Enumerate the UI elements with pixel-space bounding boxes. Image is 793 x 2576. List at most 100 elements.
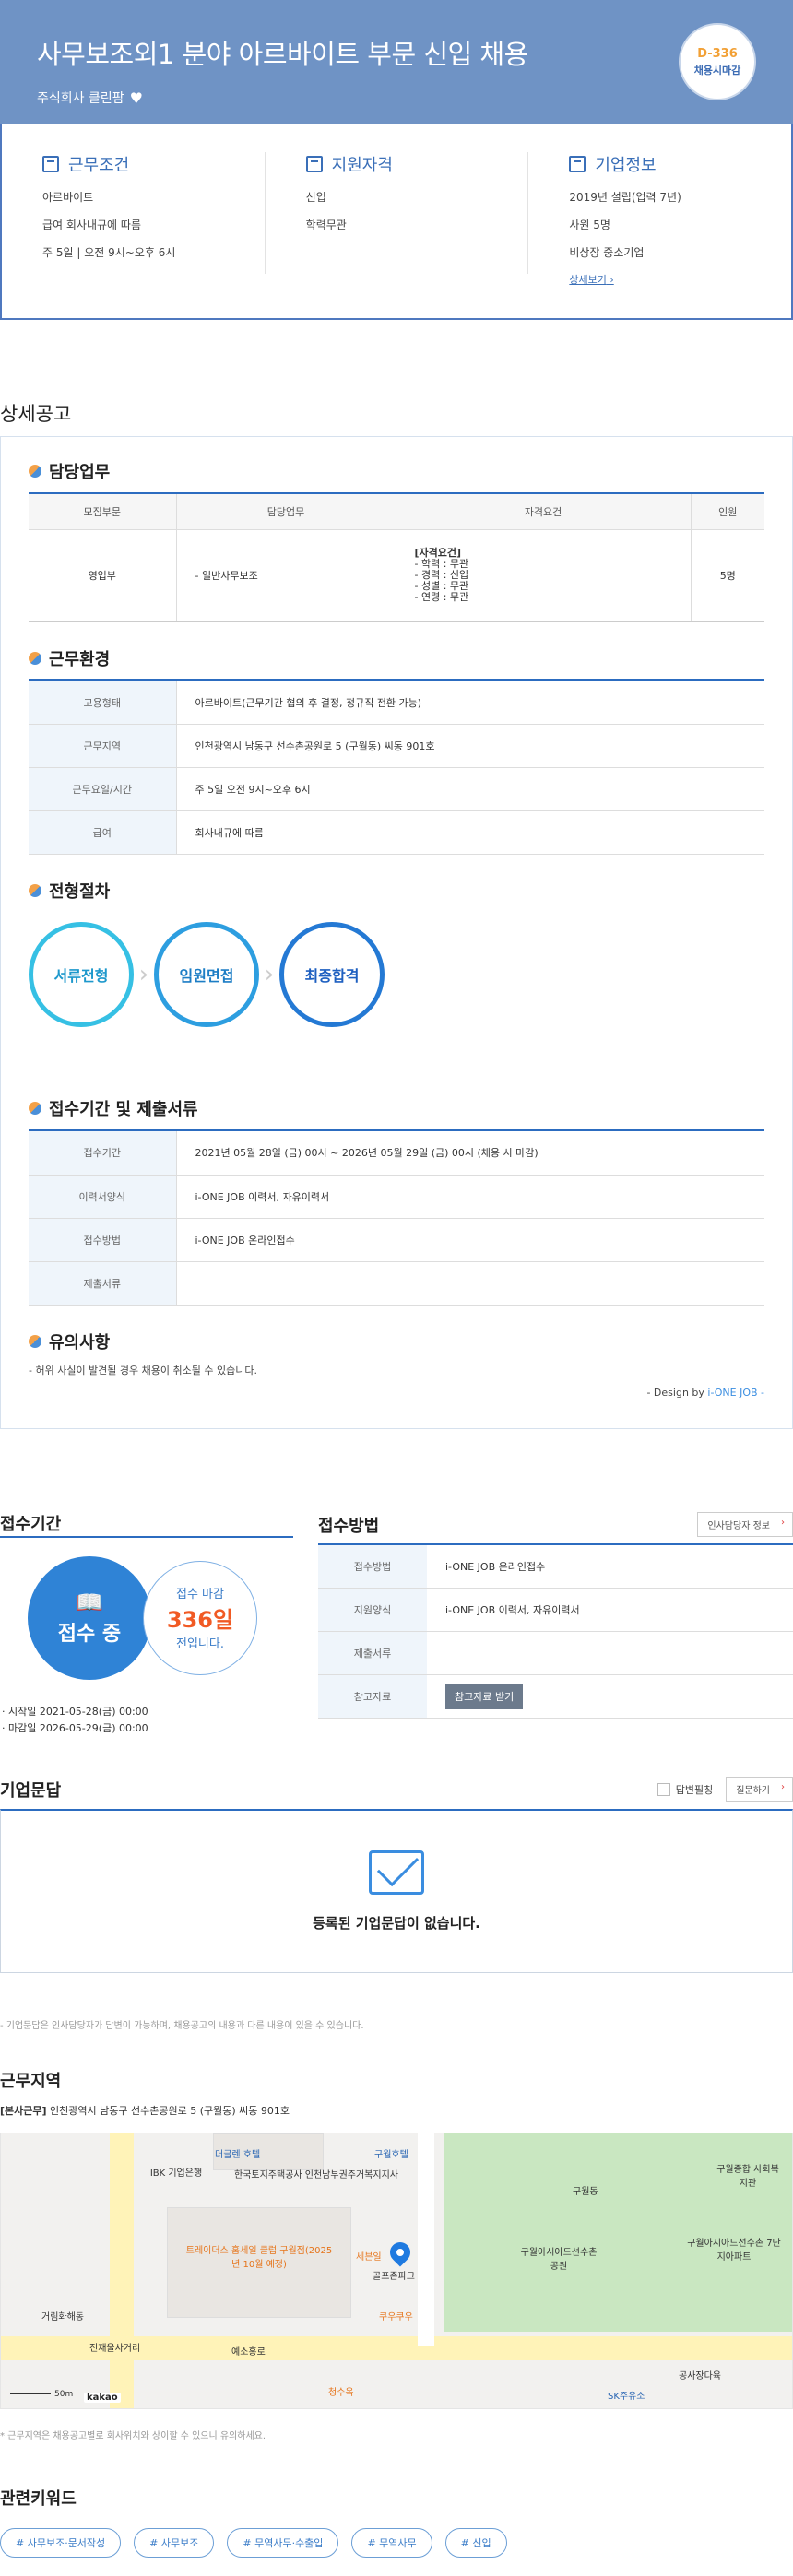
summary-box: 근무조건 아르바이트 급여 회사내규에 따름 주 5일 | 오전 9시~오후 6… xyxy=(0,124,793,320)
dday-badge: D-336 채용시마감 xyxy=(679,23,756,100)
period-circles: 📖 접수 중 접수 마감 336일 전입니다. xyxy=(0,1555,293,1693)
caution-heading: 유의사항 xyxy=(29,1329,764,1353)
design-credit: - Design by i-ONE JOB - xyxy=(29,1387,764,1399)
table-row: 제출서류 xyxy=(318,1631,793,1675)
contact-info-button[interactable]: 인사담당자 정보 › xyxy=(697,1512,793,1537)
chevron-right-icon: › xyxy=(264,961,275,988)
design-brand: i-ONE JOB - xyxy=(707,1386,764,1399)
table-row: 참고자료 참고자료 받기 xyxy=(318,1674,793,1719)
location-title: 근무지역 xyxy=(0,2071,62,2091)
document-icon xyxy=(42,156,59,172)
qualifications-column: 지원자격 신입 학력무관 xyxy=(266,152,529,274)
company-row: 주식회사 클린팜 ♥ xyxy=(37,89,756,107)
keyword-chip[interactable]: # 무역사무·수출입 xyxy=(227,2527,339,2558)
answered-filter[interactable]: 답변필칭 xyxy=(657,1782,713,1797)
ask-question-label: 질문하기 xyxy=(736,1786,770,1796)
chevron-right-icon: › xyxy=(138,961,149,988)
method-value: i-ONE JOB 이력서, 자유이력서 xyxy=(427,1588,793,1632)
map-pin-icon[interactable] xyxy=(385,2237,415,2267)
ask-question-button[interactable]: 질문하기 › xyxy=(726,1777,793,1802)
map-label: 전재울사거리 xyxy=(89,2343,141,2354)
scale-label: 50m xyxy=(54,2389,74,2399)
remain-suffix: 전입니다. xyxy=(176,1637,224,1651)
qualifications-title: 지원자격 xyxy=(331,156,393,175)
keyword-chip[interactable]: # 무역사무 xyxy=(351,2527,432,2558)
company-info-column: 기업정보 2019년 설립(업력 7년) 사원 5명 비상장 중소기업 상세보기… xyxy=(528,152,791,286)
keyword-list: # 사무보조·문서작성 # 사무보조 # 무역사무·수출입 # 무역사무 # 신… xyxy=(0,2527,793,2558)
map-label: 구월종합 사회복지관 xyxy=(716,2164,779,2189)
company-detail-link[interactable]: 상세보기 › xyxy=(569,274,613,286)
map-label: 공사장다육 xyxy=(679,2370,721,2381)
dday-count: D-336 xyxy=(697,46,738,61)
caution-title: 유의사항 xyxy=(49,1332,111,1353)
apply-section: 접수기간 📖 접수 중 접수 마감 336일 전입니다. · 시작일 2021-… xyxy=(0,1512,793,1737)
reference-download-button[interactable]: 참고자료 받기 xyxy=(445,1684,524,1709)
bullet-icon xyxy=(29,1334,41,1348)
method-key: 지원양식 xyxy=(318,1588,427,1632)
map-road xyxy=(418,2133,434,2346)
design-prefix: - Design by xyxy=(646,1386,708,1399)
col-count: 인원 xyxy=(691,494,764,530)
apply-dates: · 시작일 2021-05-28(금) 00:00 · 마감일 2026-05-… xyxy=(0,1704,293,1737)
heart-icon[interactable]: ♥ xyxy=(130,89,143,107)
kakao-logo[interactable]: kakao xyxy=(84,2392,121,2403)
start-date: · 시작일 2021-05-28(금) 00:00 xyxy=(2,1705,148,1718)
answered-checkbox[interactable] xyxy=(657,1782,670,1796)
table-row: 근무지역 인천광역시 남동구 선수촌공원로 5 (구월동) 씨동 901호 xyxy=(29,724,764,768)
env-value: 회사내규에 따름 xyxy=(176,810,764,855)
keyword-chip[interactable]: # 신입 xyxy=(444,2527,507,2558)
book-icon: 📖 xyxy=(76,1589,103,1615)
process-heading: 전형절차 xyxy=(29,879,764,903)
env-key: 근무지역 xyxy=(29,724,177,768)
step-interview: 임원면접 xyxy=(154,922,259,1027)
period-table: 접수기간 2021년 05월 28일 (금) 00시 ~ 2026년 05월 29… xyxy=(29,1131,764,1306)
status-text: 접수 중 xyxy=(57,1622,122,1646)
address-text: 인천광역시 남동구 선수촌공원로 5 (구월동) 씨동 901호 xyxy=(46,2104,290,2117)
company-info-heading: 기업정보 xyxy=(569,152,751,176)
method-value: 참고자료 받기 xyxy=(427,1674,793,1719)
table-row: 접수기간 2021년 05월 28일 (금) 00시 ~ 2026년 05월 29… xyxy=(29,1131,764,1176)
location-map[interactable]: 더글렌 호텔 구월호텔 IBK 기업은행 한국토지주택공사 인천남부권주거복지지… xyxy=(0,2132,793,2409)
bullet-icon xyxy=(29,884,41,897)
table-row: 영업부 - 일반사무보조 [자격요건] - 학력 : 무관 - 경력 : 신입 … xyxy=(29,529,764,622)
qualification-education: 학력무관 xyxy=(305,219,347,231)
qna-empty-box: 등록된 기업문답이 없습니다. xyxy=(0,1808,793,1973)
method-key: 접수방법 xyxy=(318,1544,427,1589)
map-label: 골프존파크 xyxy=(373,2271,415,2282)
col-task: 담당업무 xyxy=(176,494,396,530)
apply-method: 접수방법 인사담당자 정보 › 접수방법 i-ONE JOB 온라인접수 지원양식 i… xyxy=(318,1512,793,1737)
qna-header: 기업문답 답변필칭 질문하기 › xyxy=(0,1776,793,1803)
duty-table: 모집부문 담당업무 자격요건 인원 영업부 - 일반사무보조 [자격요건] - … xyxy=(29,494,764,622)
env-key: 고용형태 xyxy=(29,680,177,725)
col-dept: 모집부문 xyxy=(29,494,177,530)
page-bottom-spacer xyxy=(0,2558,793,2576)
building-icon xyxy=(569,156,586,172)
remain-prefix: 접수 마감 xyxy=(176,1588,224,1601)
method-key: 제출서류 xyxy=(318,1631,427,1675)
keyword-chip[interactable]: # 사무보조·문서작성 xyxy=(0,2527,122,2558)
period-key: 접수기간 xyxy=(29,1131,177,1176)
env-value: 주 5일 오전 9시~오후 6시 xyxy=(176,767,764,811)
chevron-right-icon: › xyxy=(781,1518,785,1528)
company-name[interactable]: 주식회사 클린팜 xyxy=(37,89,124,107)
bullet-icon xyxy=(29,1102,41,1115)
qna-empty-text: 등록된 기업문답이 없습니다. xyxy=(313,1914,480,1932)
map-label: 구월동 xyxy=(573,2186,598,2197)
period-value: i-ONE JOB 온라인접수 xyxy=(176,1218,764,1262)
process-title: 전형절차 xyxy=(49,882,111,902)
req-age: - 연령 : 무관 xyxy=(414,591,469,603)
remain-circle: 접수 마감 336일 전입니다. xyxy=(143,1560,257,1675)
count-cell: 5명 xyxy=(691,529,764,622)
dday-label: 채용시마감 xyxy=(693,64,741,77)
table-row: 이력서양식 i-ONE JOB 이력서, 자유이력서 xyxy=(29,1175,764,1219)
answered-label: 답변필칭 xyxy=(675,1783,714,1796)
job-posting-page: 사무보조외1 분야 아르바이트 부문 신입 채용 주식회사 클린팜 ♥ D-33… xyxy=(0,0,793,2576)
period-value: 2021년 05월 28일 (금) 00시 ~ 2026년 05월 29일 (금… xyxy=(176,1131,764,1176)
map-road xyxy=(110,2133,134,2408)
process-steps: 서류전형 › 임원면접 › 최종합격 xyxy=(29,919,764,1030)
keyword-chip[interactable]: # 사무보조 xyxy=(134,2527,215,2558)
posting-title: 사무보조외1 분야 아르바이트 부문 신입 채용 xyxy=(37,39,528,70)
table-header-row: 모집부문 담당업무 자격요건 인원 xyxy=(29,494,764,530)
table-row: 접수방법 i-ONE JOB 온라인접수 xyxy=(29,1218,764,1262)
period-key: 제출서류 xyxy=(29,1261,177,1306)
